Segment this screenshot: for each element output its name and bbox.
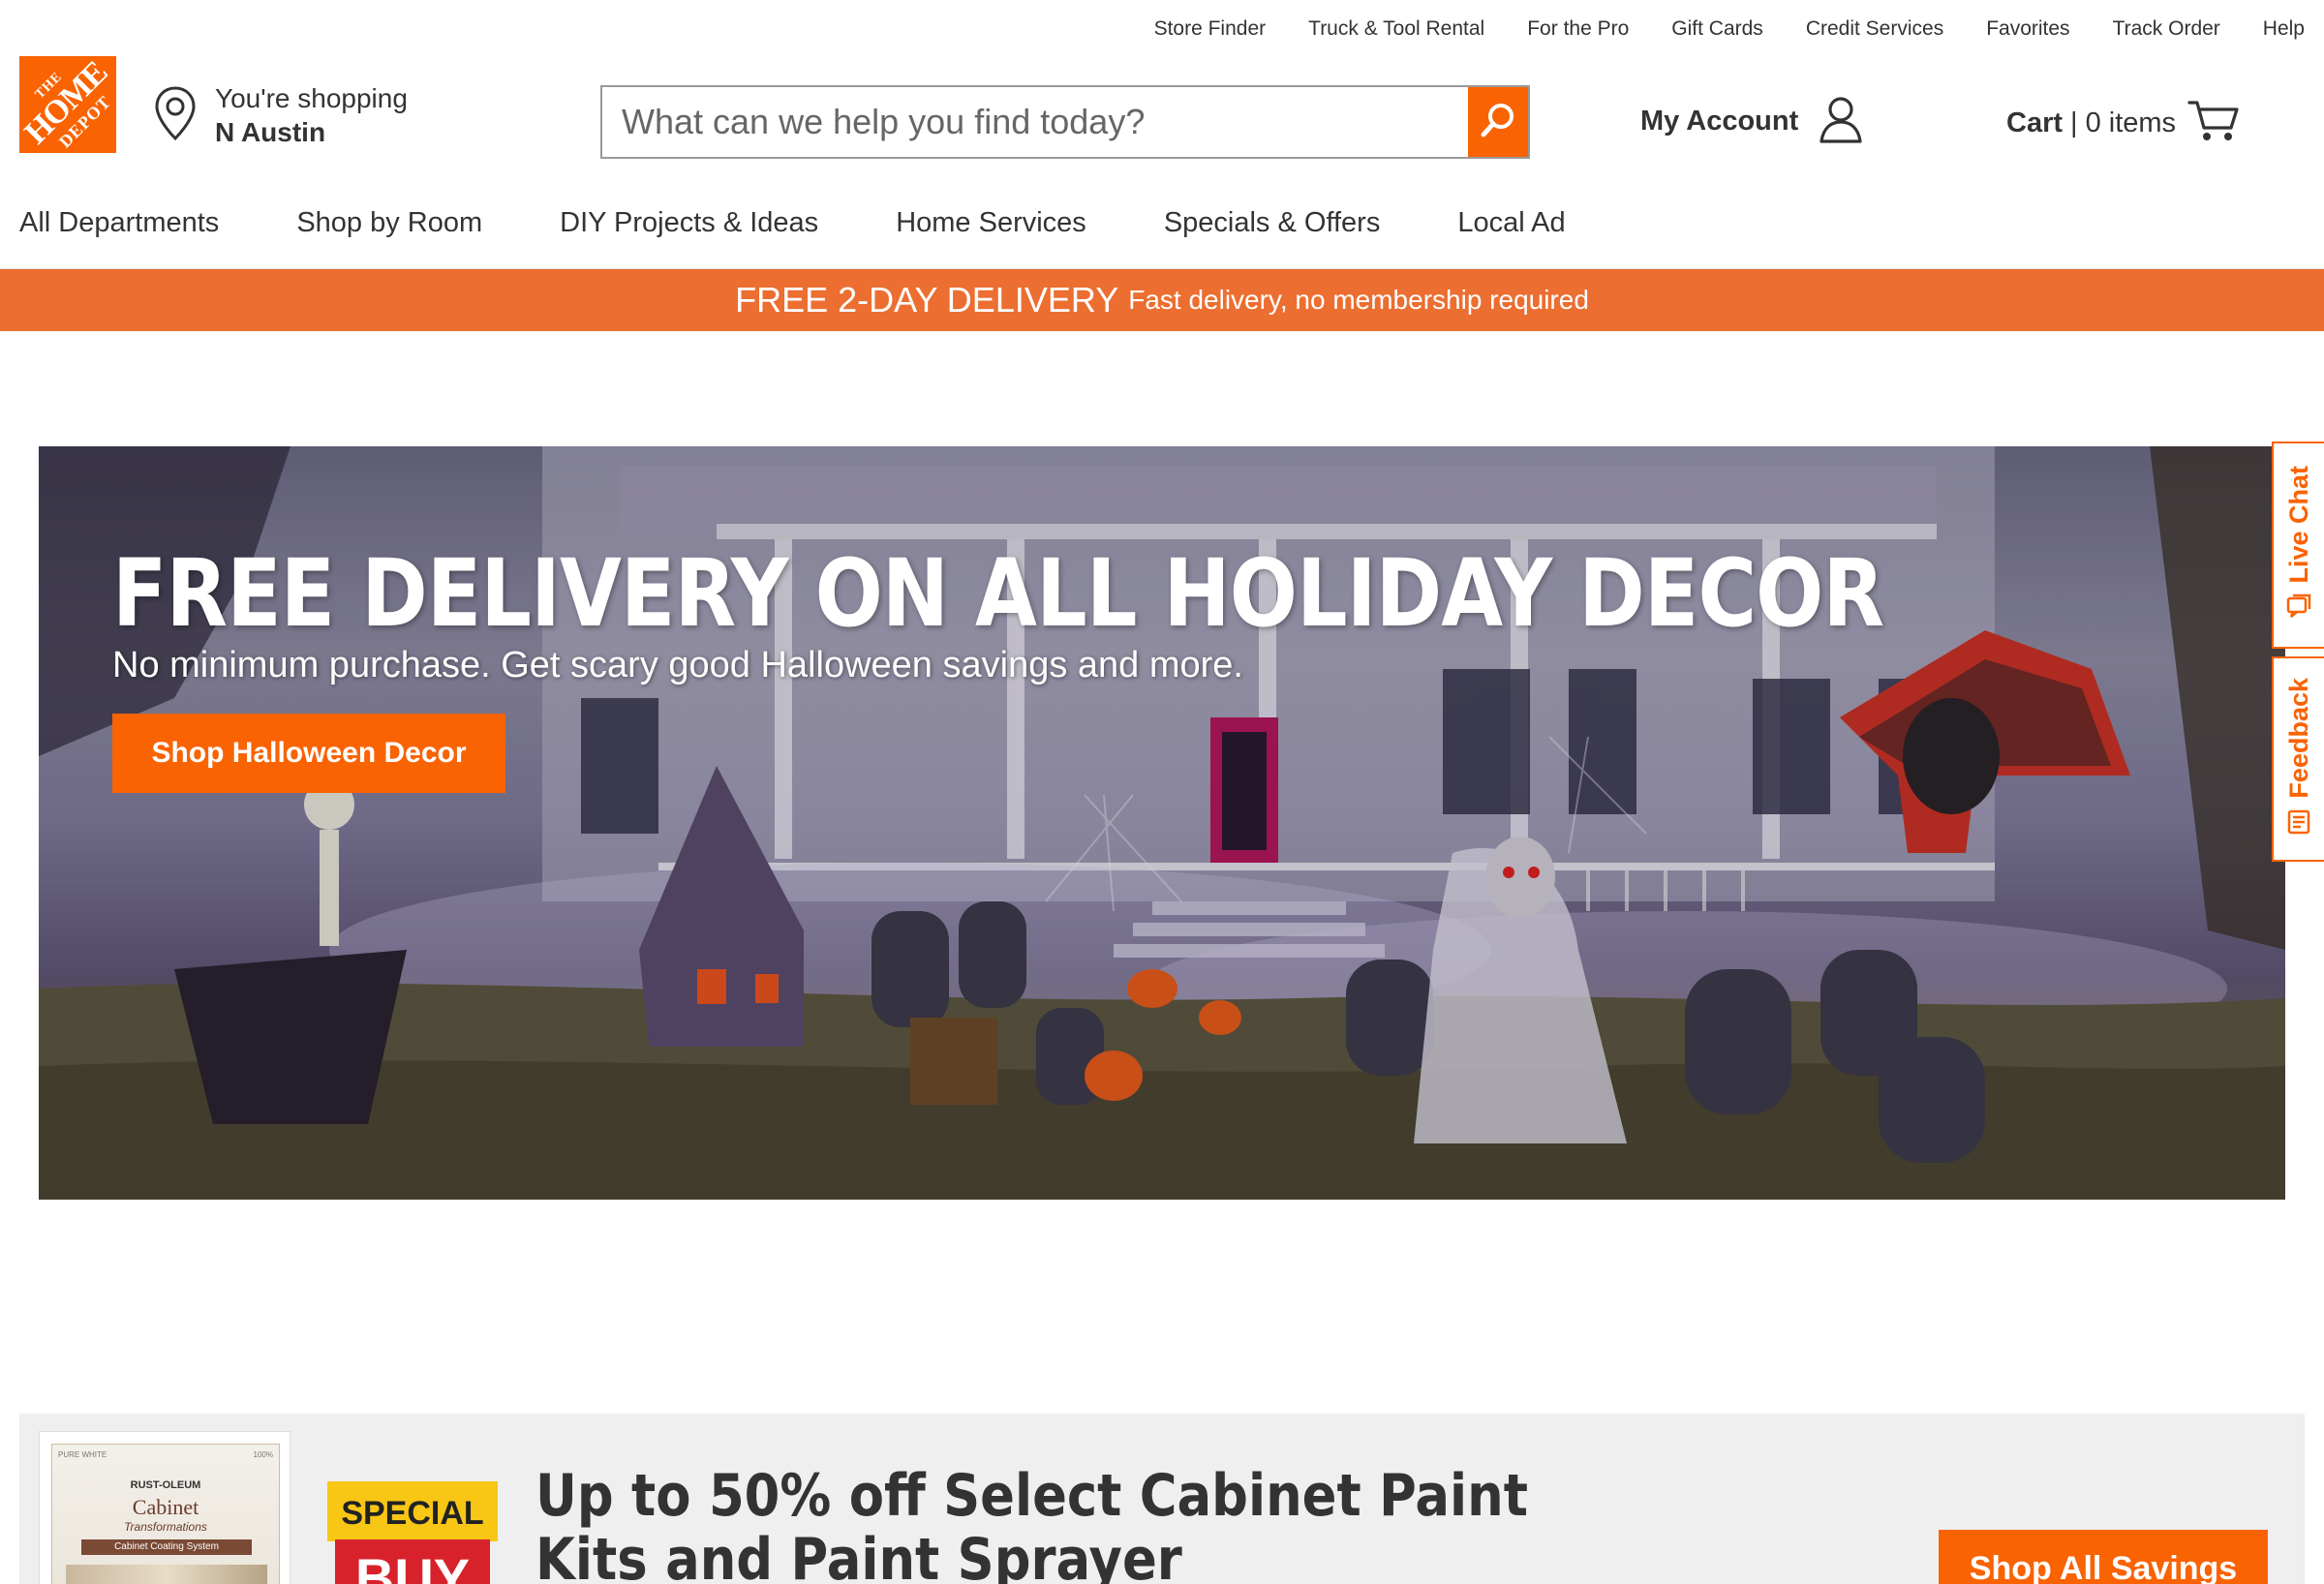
cart-icon (2187, 99, 2240, 148)
feedback-label: Feedback (2283, 678, 2313, 799)
home-depot-logo[interactable]: THE HOME DEPOT (19, 56, 116, 153)
utility-link-for-the-pro[interactable]: For the Pro (1527, 17, 1629, 41)
product-chip-right: 100% (253, 1450, 273, 1459)
logo-wordmark: THE HOME DEPOT (19, 56, 116, 153)
shop-halloween-decor-button[interactable]: Shop Halloween Decor (112, 714, 505, 793)
special-buy-banner[interactable]: PURE WHITE 100% RUST-OLEUM Cabinet Trans… (19, 1414, 2305, 1584)
search-button[interactable] (1468, 87, 1528, 157)
user-icon (1818, 95, 1864, 148)
special-badge-top: SPECIAL (327, 1481, 498, 1541)
cart-item-count: 0 items (2085, 107, 2177, 138)
chat-bubble-icon (2285, 593, 2312, 624)
store-selector[interactable]: You're shopping N Austin (153, 83, 408, 148)
search-input[interactable] (602, 87, 1468, 157)
live-chat-label: Live Chat (2283, 465, 2313, 584)
cabinet-paint-kit-product-image[interactable]: PURE WHITE 100% RUST-OLEUM Cabinet Trans… (39, 1431, 290, 1584)
feedback-form-icon (2285, 808, 2312, 840)
location-pin-icon (153, 85, 198, 146)
nav-specials-offers[interactable]: Specials & Offers (1164, 207, 1381, 239)
main-nav: All Departments Shop by Room DIY Project… (19, 207, 1566, 239)
store-label: You're shopping (215, 83, 408, 113)
live-chat-tab[interactable]: Live Chat (2272, 442, 2324, 649)
nav-home-services[interactable]: Home Services (896, 207, 1086, 239)
utility-nav: Store Finder Truck & Tool Rental For the… (1154, 17, 2305, 41)
shop-all-savings-button[interactable]: Shop All Savings (1939, 1530, 2268, 1584)
product-chip-left: PURE WHITE (58, 1450, 107, 1459)
product-tag: Cabinet Coating System (81, 1539, 252, 1555)
promo-subtext: Fast delivery, no membership required (1128, 285, 1589, 315)
product-name: Cabinet (132, 1495, 199, 1519)
free-delivery-promo-bar[interactable]: FREE 2-DAY DELIVERY Fast delivery, no me… (0, 269, 2324, 331)
special-badge-bottom: BUY (335, 1539, 490, 1584)
nav-all-departments[interactable]: All Departments (19, 207, 219, 239)
nav-local-ad[interactable]: Local Ad (1457, 207, 1565, 239)
search-icon (1479, 101, 1517, 144)
my-account-label: My Account (1640, 106, 1799, 137)
utility-link-gift-cards[interactable]: Gift Cards (1671, 17, 1763, 41)
hero-title: FREE DELIVERY ON ALL HOLIDAY DECOR (112, 539, 1884, 648)
product-line: Transformations (124, 1520, 207, 1534)
product-box: PURE WHITE 100% RUST-OLEUM Cabinet Trans… (51, 1444, 280, 1584)
utility-link-truck-tool-rental[interactable]: Truck & Tool Rental (1308, 17, 1484, 41)
utility-link-favorites[interactable]: Favorites (1986, 17, 2069, 41)
store-text: You're shopping N Austin (215, 83, 408, 148)
promo-headline: FREE 2-DAY DELIVERY (735, 280, 1119, 320)
deal-title: Up to 50% off Select Cabinet Paint Kits … (535, 1462, 1528, 1584)
cart-label: Cart (2006, 107, 2064, 138)
search-bar (600, 85, 1530, 159)
utility-link-track-order[interactable]: Track Order (2113, 17, 2220, 41)
feedback-tab[interactable]: Feedback (2272, 656, 2324, 862)
my-account-button[interactable]: My Account (1640, 95, 1864, 148)
cart-button[interactable]: Cart | 0 items (2006, 99, 2240, 148)
product-photo-strip (66, 1565, 267, 1584)
hero-subtitle: No minimum purchase. Get scary good Hall… (112, 645, 1243, 685)
utility-link-credit-services[interactable]: Credit Services (1806, 17, 1943, 41)
store-name: N Austin (215, 117, 326, 147)
cart-separator: | (2070, 107, 2078, 138)
utility-link-store-finder[interactable]: Store Finder (1154, 17, 1267, 41)
nav-diy-projects-ideas[interactable]: DIY Projects & Ideas (560, 207, 818, 239)
halloween-hero-banner[interactable]: FREE DELIVERY ON ALL HOLIDAY DECOR No mi… (39, 446, 2285, 1200)
nav-shop-by-room[interactable]: Shop by Room (296, 207, 482, 239)
special-buy-badge: SPECIAL BUY (327, 1481, 498, 1584)
utility-link-help[interactable]: Help (2263, 17, 2305, 41)
product-brand: RUST-OLEUM (130, 1479, 201, 1491)
